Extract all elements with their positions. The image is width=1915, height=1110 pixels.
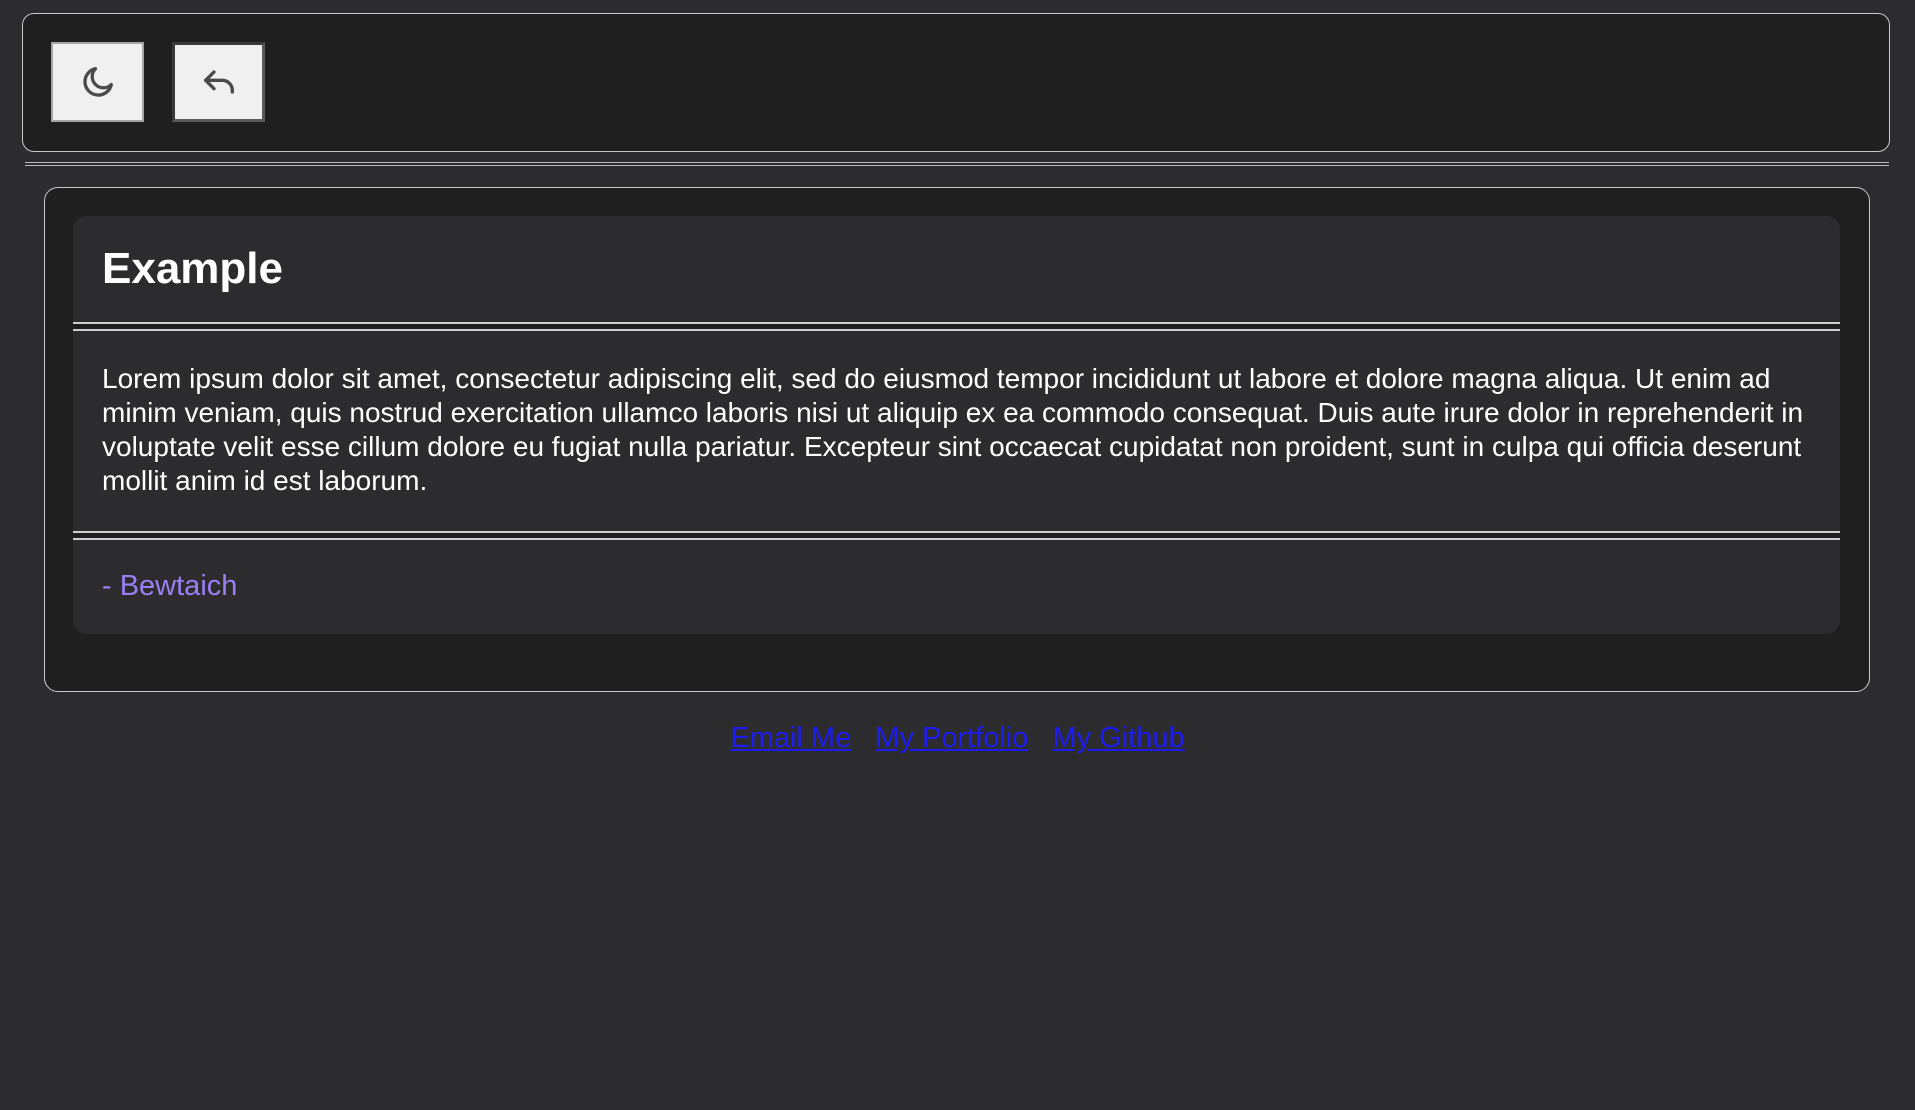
body-divider	[73, 531, 1840, 540]
top-toolbar	[22, 13, 1890, 152]
my-github-link[interactable]: My Github	[1052, 722, 1184, 754]
back-button[interactable]	[172, 42, 265, 122]
footer-links: Email Me My Portfolio My Github	[0, 718, 1915, 758]
card-body-text: Lorem ipsum dolor sit amet, consectetur …	[102, 363, 1804, 496]
quote-card: Example Lorem ipsum dolor sit amet, cons…	[73, 216, 1840, 634]
theme-toggle-button[interactable]	[51, 42, 144, 122]
undo-arrow-icon	[203, 70, 234, 94]
header-divider	[25, 162, 1889, 166]
moon-icon	[82, 67, 113, 97]
title-divider	[73, 322, 1840, 331]
card-title: Example	[102, 244, 283, 293]
email-me-link[interactable]: Email Me	[730, 722, 851, 754]
card-author: - Bewtaich	[102, 570, 238, 602]
content-panel: Example Lorem ipsum dolor sit amet, cons…	[44, 187, 1870, 692]
my-portfolio-link[interactable]: My Portfolio	[875, 722, 1028, 754]
